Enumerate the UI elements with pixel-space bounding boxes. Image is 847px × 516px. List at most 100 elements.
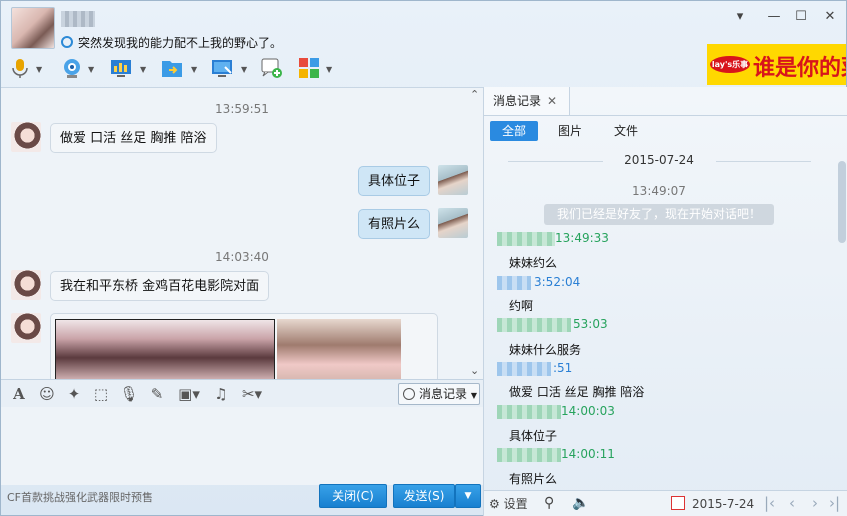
- history-time: 13:49:07: [632, 184, 686, 198]
- sender-name-blurred: [497, 318, 571, 332]
- message-bubble: 具体位子: [358, 166, 431, 196]
- my-avatar-small[interactable]: [438, 208, 468, 238]
- add-app-button[interactable]: [261, 57, 287, 81]
- tab-divider: [484, 115, 847, 116]
- dropdown-menu-icon[interactable]: ▾: [732, 9, 748, 25]
- image-icon[interactable]: ▣▾: [174, 384, 204, 404]
- message-time: 14:03:40: [215, 250, 269, 264]
- history-scrollbar[interactable]: [838, 145, 846, 485]
- scissors-icon[interactable]: ✂▾: [237, 384, 267, 404]
- sender-name-blurred: [497, 232, 555, 246]
- history-button-label: 消息记录: [419, 387, 468, 401]
- contact-avatar[interactable]: [11, 7, 55, 49]
- calendar-icon[interactable]: [671, 496, 685, 510]
- history-date: 2015-07-24: [624, 153, 694, 167]
- contact-avatar-small[interactable]: [11, 270, 41, 300]
- history-time: 14:00:03: [561, 404, 615, 418]
- sender-name-blurred: [497, 276, 531, 290]
- collapse-icon[interactable]: ⌃: [470, 88, 479, 101]
- previous-page-icon[interactable]: ‹: [789, 494, 795, 512]
- remote-assist-button[interactable]: ▼: [211, 57, 251, 81]
- system-message: 我们已经是好友了，现在开始对话吧！: [544, 204, 774, 225]
- screen-share-button[interactable]: ▼: [110, 57, 150, 81]
- history-time: 13:49:33: [555, 231, 609, 245]
- close-window-button[interactable]: ✕: [822, 9, 838, 25]
- message-bubble: 我在和平东桥 金鸡百花电影院对面: [50, 271, 270, 301]
- sender-name-blurred: [497, 362, 551, 376]
- add-app-icon: [261, 58, 282, 78]
- maximize-button[interactable]: ☐: [793, 9, 809, 25]
- ad-logo: lay's乐事: [710, 56, 750, 73]
- send-button[interactable]: 发送(S): [393, 484, 455, 508]
- send-options-button[interactable]: ▼: [455, 484, 481, 508]
- voice-icon[interactable]: 🎙: [119, 384, 139, 404]
- history-message: 有照片么: [509, 472, 558, 486]
- photo-thumbnail[interactable]: [55, 319, 275, 379]
- emoji-icon[interactable]: ☺: [37, 384, 57, 404]
- my-avatar-small[interactable]: [438, 165, 468, 195]
- apps-button[interactable]: ▼: [298, 57, 334, 81]
- history-message: 妹妹什么服务: [509, 343, 582, 357]
- message-history-button[interactable]: 消息记录 ▼: [398, 383, 480, 405]
- contact-avatar-small[interactable]: [11, 122, 41, 152]
- close-tab-icon[interactable]: ✕: [547, 87, 557, 115]
- input-toolbar: A ☺ ✦ ⬚ 🎙 ✎ ▣▾ ♫ ✂▾ 消息记录 ▼: [1, 379, 483, 407]
- file-transfer-icon: [162, 61, 182, 77]
- clock-icon: [403, 388, 415, 400]
- shake-icon[interactable]: ✦: [64, 384, 84, 404]
- history-footer: ⚙ 设置 ⚲ 🔈 2015-7-24 |‹ ‹ › ›|: [484, 490, 847, 516]
- scrollbar-thumb[interactable]: [838, 161, 846, 243]
- contact-avatar-small[interactable]: [11, 313, 41, 343]
- music-icon[interactable]: ♫: [211, 384, 231, 404]
- screenshot-icon[interactable]: ⬚: [91, 384, 111, 404]
- divider: [508, 161, 603, 162]
- contact-signature: 突然发现我的能力配不上我的野心了。: [78, 36, 283, 50]
- video-call-button[interactable]: ▼: [61, 57, 97, 81]
- ad-banner[interactable]: lay's乐事 谁是你的菜: [707, 44, 846, 85]
- font-icon[interactable]: A: [9, 384, 29, 404]
- minimize-button[interactable]: —: [766, 9, 782, 25]
- message-input[interactable]: [1, 407, 483, 485]
- speaker-icon[interactable]: 🔈: [572, 495, 589, 511]
- message-time: 13:59:51: [215, 102, 269, 116]
- microphone-icon: [12, 59, 28, 78]
- search-icon[interactable]: ⚲: [544, 495, 554, 511]
- filter-images[interactable]: 图片: [546, 121, 594, 141]
- history-time: 53:03: [573, 317, 608, 331]
- sender-name-blurred: [497, 405, 561, 419]
- edit-icon[interactable]: ✎: [147, 384, 167, 404]
- filter-files[interactable]: 文件: [602, 121, 650, 141]
- history-message: 具体位子: [509, 429, 558, 443]
- video-camera-icon: [64, 59, 80, 78]
- divider: [716, 161, 811, 162]
- history-panel: 消息记录 ✕ 全部 图片 文件 2015-07-24 13:49:07 我们已经…: [483, 87, 847, 516]
- chat-window: 突然发现我的能力配不上我的野心了。 ▾ — ☐ ✕ lay's乐事 谁是你的菜 …: [0, 0, 847, 516]
- screen-share-icon: [111, 60, 131, 77]
- expand-icon[interactable]: ⌄: [470, 364, 479, 377]
- footer-ad-link[interactable]: CF首款挑战强化武器限时预售: [7, 489, 153, 505]
- contact-name-blurred: [61, 11, 95, 27]
- photo-thumbnail[interactable]: [277, 319, 401, 379]
- history-time: :51: [553, 361, 573, 375]
- message-bubble: 做爱 口活 丝足 胸推 陪浴: [50, 123, 217, 153]
- signature-icon: [61, 36, 73, 48]
- send-file-button[interactable]: ▼: [161, 57, 201, 81]
- history-message: 约啊: [509, 299, 534, 313]
- chat-header: 突然发现我的能力配不上我的野心了。 ▾ — ☐ ✕ lay's乐事 谁是你的菜 …: [1, 1, 847, 87]
- last-page-icon[interactable]: ›|: [829, 494, 840, 512]
- close-button[interactable]: 关闭(C): [319, 484, 387, 508]
- image-message[interactable]: [50, 313, 438, 379]
- history-message: 妹妹约么: [509, 256, 558, 270]
- voice-call-button[interactable]: ▼: [9, 57, 45, 81]
- tab-message-history[interactable]: 消息记录 ✕: [484, 87, 570, 115]
- message-bubble: 有照片么: [358, 209, 431, 239]
- chat-messages[interactable]: ⌃ 13:59:51 做爱 口活 丝足 胸推 陪浴 具体位子 有照片么 14:0…: [1, 87, 483, 379]
- filter-all[interactable]: 全部: [490, 121, 538, 141]
- tab-label: 消息记录: [493, 94, 542, 108]
- next-page-icon[interactable]: ›: [812, 494, 818, 512]
- settings-button[interactable]: ⚙ 设置: [489, 495, 528, 512]
- first-page-icon[interactable]: |‹: [764, 494, 775, 512]
- history-time: 14:00:11: [561, 447, 615, 461]
- chevron-down-icon: ▼: [470, 391, 477, 400]
- sender-name-blurred: [497, 448, 561, 462]
